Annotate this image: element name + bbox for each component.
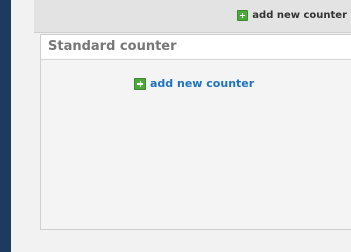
toolbar-add-counter-button[interactable]: add new counter <box>237 10 347 21</box>
left-sidebar-rail <box>0 0 11 252</box>
panel-add-counter-button[interactable]: add new counter <box>134 77 254 90</box>
top-toolbar: add new counter <box>34 0 351 33</box>
toolbar-add-counter-label: add new counter <box>252 10 347 21</box>
plus-icon <box>237 10 249 21</box>
panel-title: Standard counter <box>41 35 351 60</box>
panel-add-counter-label: add new counter <box>150 77 255 90</box>
plus-icon <box>134 77 146 90</box>
standard-counter-panel: Standard counter add new counter <box>40 34 351 230</box>
